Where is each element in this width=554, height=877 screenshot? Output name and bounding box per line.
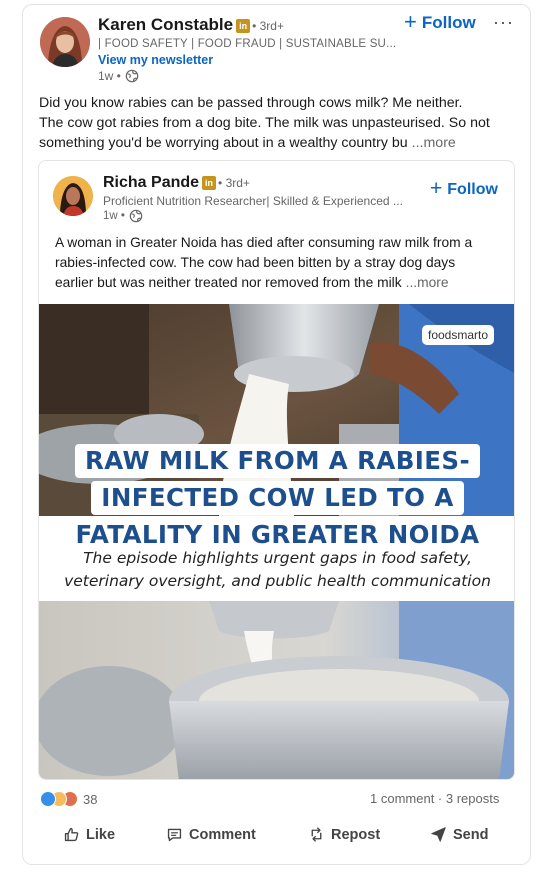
shared-author-name[interactable]: Richa Pande in • 3rd+ [103, 174, 250, 192]
image-subtitle-line: veterinary oversight, and public health … [64, 572, 491, 590]
like-reaction-icon [40, 791, 56, 807]
action-bar: Like Comment Repost Send [40, 826, 510, 854]
shared-author-avatar[interactable] [53, 176, 93, 216]
repost-icon [311, 827, 322, 842]
shared-post-time-text: 1w • [103, 210, 125, 222]
reshared-post[interactable]: Richa Pande in • 3rd+ Proficient Nutrition… [38, 160, 515, 780]
thumbs-up-icon [64, 827, 79, 842]
newsletter-link[interactable]: View my newsletter [98, 53, 213, 67]
send-label: Send [453, 826, 489, 843]
see-more-link[interactable]: ...more [406, 275, 449, 290]
follow-label: Follow [447, 180, 498, 198]
like-label: Like [86, 826, 116, 843]
follow-button[interactable]: + Follow [404, 9, 476, 34]
comment-icon [167, 828, 182, 842]
comments-reposts-count[interactable]: 1 comment · 3 reposts [370, 791, 499, 806]
linkedin-premium-badge-icon: in [202, 176, 217, 190]
see-more-link[interactable]: ...more [412, 135, 456, 151]
image-headline-line: RAW MILK FROM A RABIES- [74, 444, 481, 478]
send-button[interactable]: Send [430, 826, 488, 843]
shared-text-line: earlier but was neither treated nor remo… [55, 275, 402, 290]
author-name-text[interactable]: Karen Constable [98, 15, 233, 34]
linkedin-premium-badge-icon: in [236, 19, 251, 33]
like-button[interactable]: Like [63, 826, 115, 843]
reactions-summary[interactable]: 38 [40, 791, 97, 807]
image-headline: RAW MILK FROM A RABIES- INFECTED COW LED… [39, 444, 514, 555]
comment-label: Comment [189, 826, 256, 843]
shared-author-name-text[interactable]: Richa Pande [103, 174, 199, 191]
plus-icon: + [404, 9, 417, 34]
milk-can-photo [39, 601, 514, 779]
follow-label: Follow [421, 13, 476, 32]
reaction-count[interactable]: 38 [83, 792, 97, 807]
globe-icon [125, 69, 139, 83]
globe-icon [129, 209, 143, 223]
connection-degree: • 3rd+ [218, 176, 250, 190]
watermark: foodsmarto [422, 325, 495, 345]
repost-label: Repost [331, 826, 381, 843]
shared-text-line: rabies-infected cow. The cow had been bi… [55, 255, 456, 270]
comment-button[interactable]: Comment [166, 826, 256, 843]
shared-follow-button[interactable]: + Follow [430, 177, 498, 200]
author-name[interactable]: Karen Constable in • 3rd+ [98, 15, 284, 35]
post-text: Did you know rabies can be passed throug… [39, 93, 509, 153]
shared-text-line: A woman in Greater Noida has died after … [55, 235, 473, 250]
post-text-line: The cow got rabies from a dog bite. The … [39, 115, 490, 131]
author-headline: | FOOD SAFETY | FOOD FRAUD | SUSTAINABLE… [98, 38, 397, 50]
connection-degree: • 3rd+ [252, 19, 284, 33]
image-headline-line: FATALITY IN GREATER NOIDA [65, 518, 490, 552]
post-text-line: Did you know rabies can be passed throug… [39, 95, 463, 111]
repost-button[interactable]: Repost [308, 826, 380, 843]
shared-post-time: 1w • [103, 209, 143, 223]
send-icon [431, 827, 446, 842]
post-image[interactable]: foodsmarto RAW MILK FROM A RABIES- INFEC… [39, 304, 514, 779]
plus-icon: + [430, 177, 443, 200]
image-subtitle-line: The episode highlights urgent gaps in fo… [83, 549, 472, 567]
shared-post-text: A woman in Greater Noida has died after … [55, 233, 505, 293]
post-time: 1w • [98, 69, 139, 83]
post-text-line: something you'd be worrying about in a w… [39, 135, 408, 151]
author-avatar[interactable] [40, 17, 90, 67]
more-options-icon[interactable]: ··· [493, 12, 514, 33]
shared-author-headline: Proficient Nutrition Researcher| Skilled… [103, 194, 403, 208]
image-headline-line: INFECTED COW LED TO A [91, 481, 464, 515]
post-time-text: 1w • [98, 69, 121, 83]
